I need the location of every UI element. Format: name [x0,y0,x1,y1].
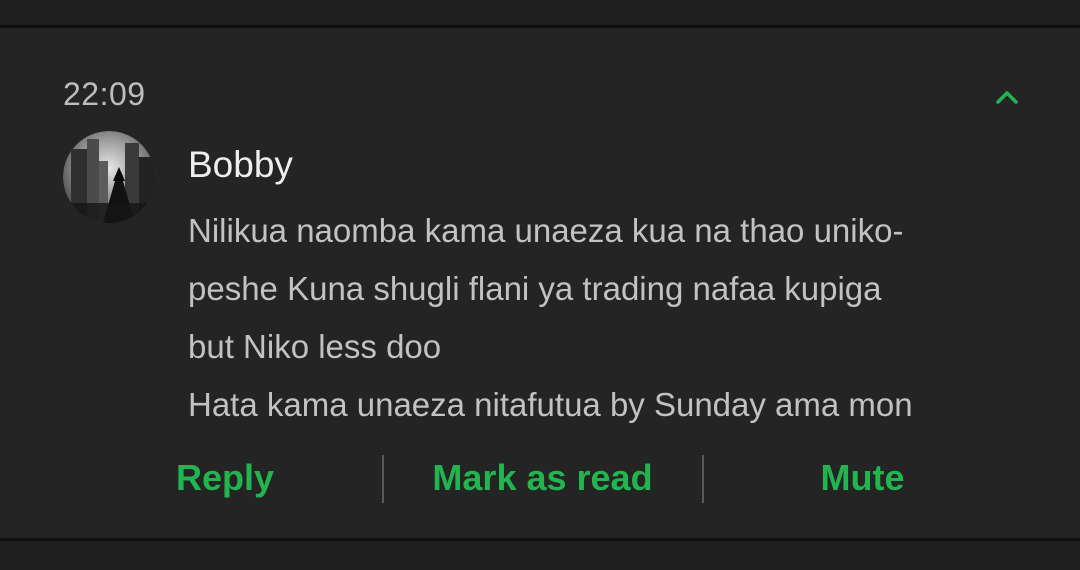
message-line: Nilikua naomba kama unaeza kua na thao u… [188,212,904,249]
reply-button[interactable]: Reply [110,443,340,513]
collapse-button[interactable] [985,80,1029,116]
contact-avatar-photo [63,131,155,223]
message-line: Hata kama unaeza nitafutua by Sunday ama… [188,386,913,423]
mute-button[interactable]: Mute [760,443,965,513]
notification-time: 22:09 [63,76,146,112]
avatar[interactable] [63,131,155,223]
message-body: Nilikua naomba kama unaeza kua na thao u… [188,202,1048,434]
notification-shade: 22:09 Bobby Nilikua naomba kama unaeza k… [0,0,1080,570]
action-separator [702,455,704,503]
next-notification-edge [0,541,1080,570]
chevron-up-icon [996,91,1018,104]
notification-actions: Reply Mark as read Mute [0,443,1080,513]
sender-name: Bobby [188,144,293,185]
action-separator [382,455,384,503]
message-line: peshe Kuna shugli flani ya trading nafaa… [188,270,882,307]
mark-as-read-button[interactable]: Mark as read [400,443,685,513]
message-notification-card[interactable]: 22:09 Bobby Nilikua naomba kama unaeza k… [0,28,1080,538]
message-line: but Niko less doo [188,328,442,365]
previous-notification-edge [0,0,1080,25]
